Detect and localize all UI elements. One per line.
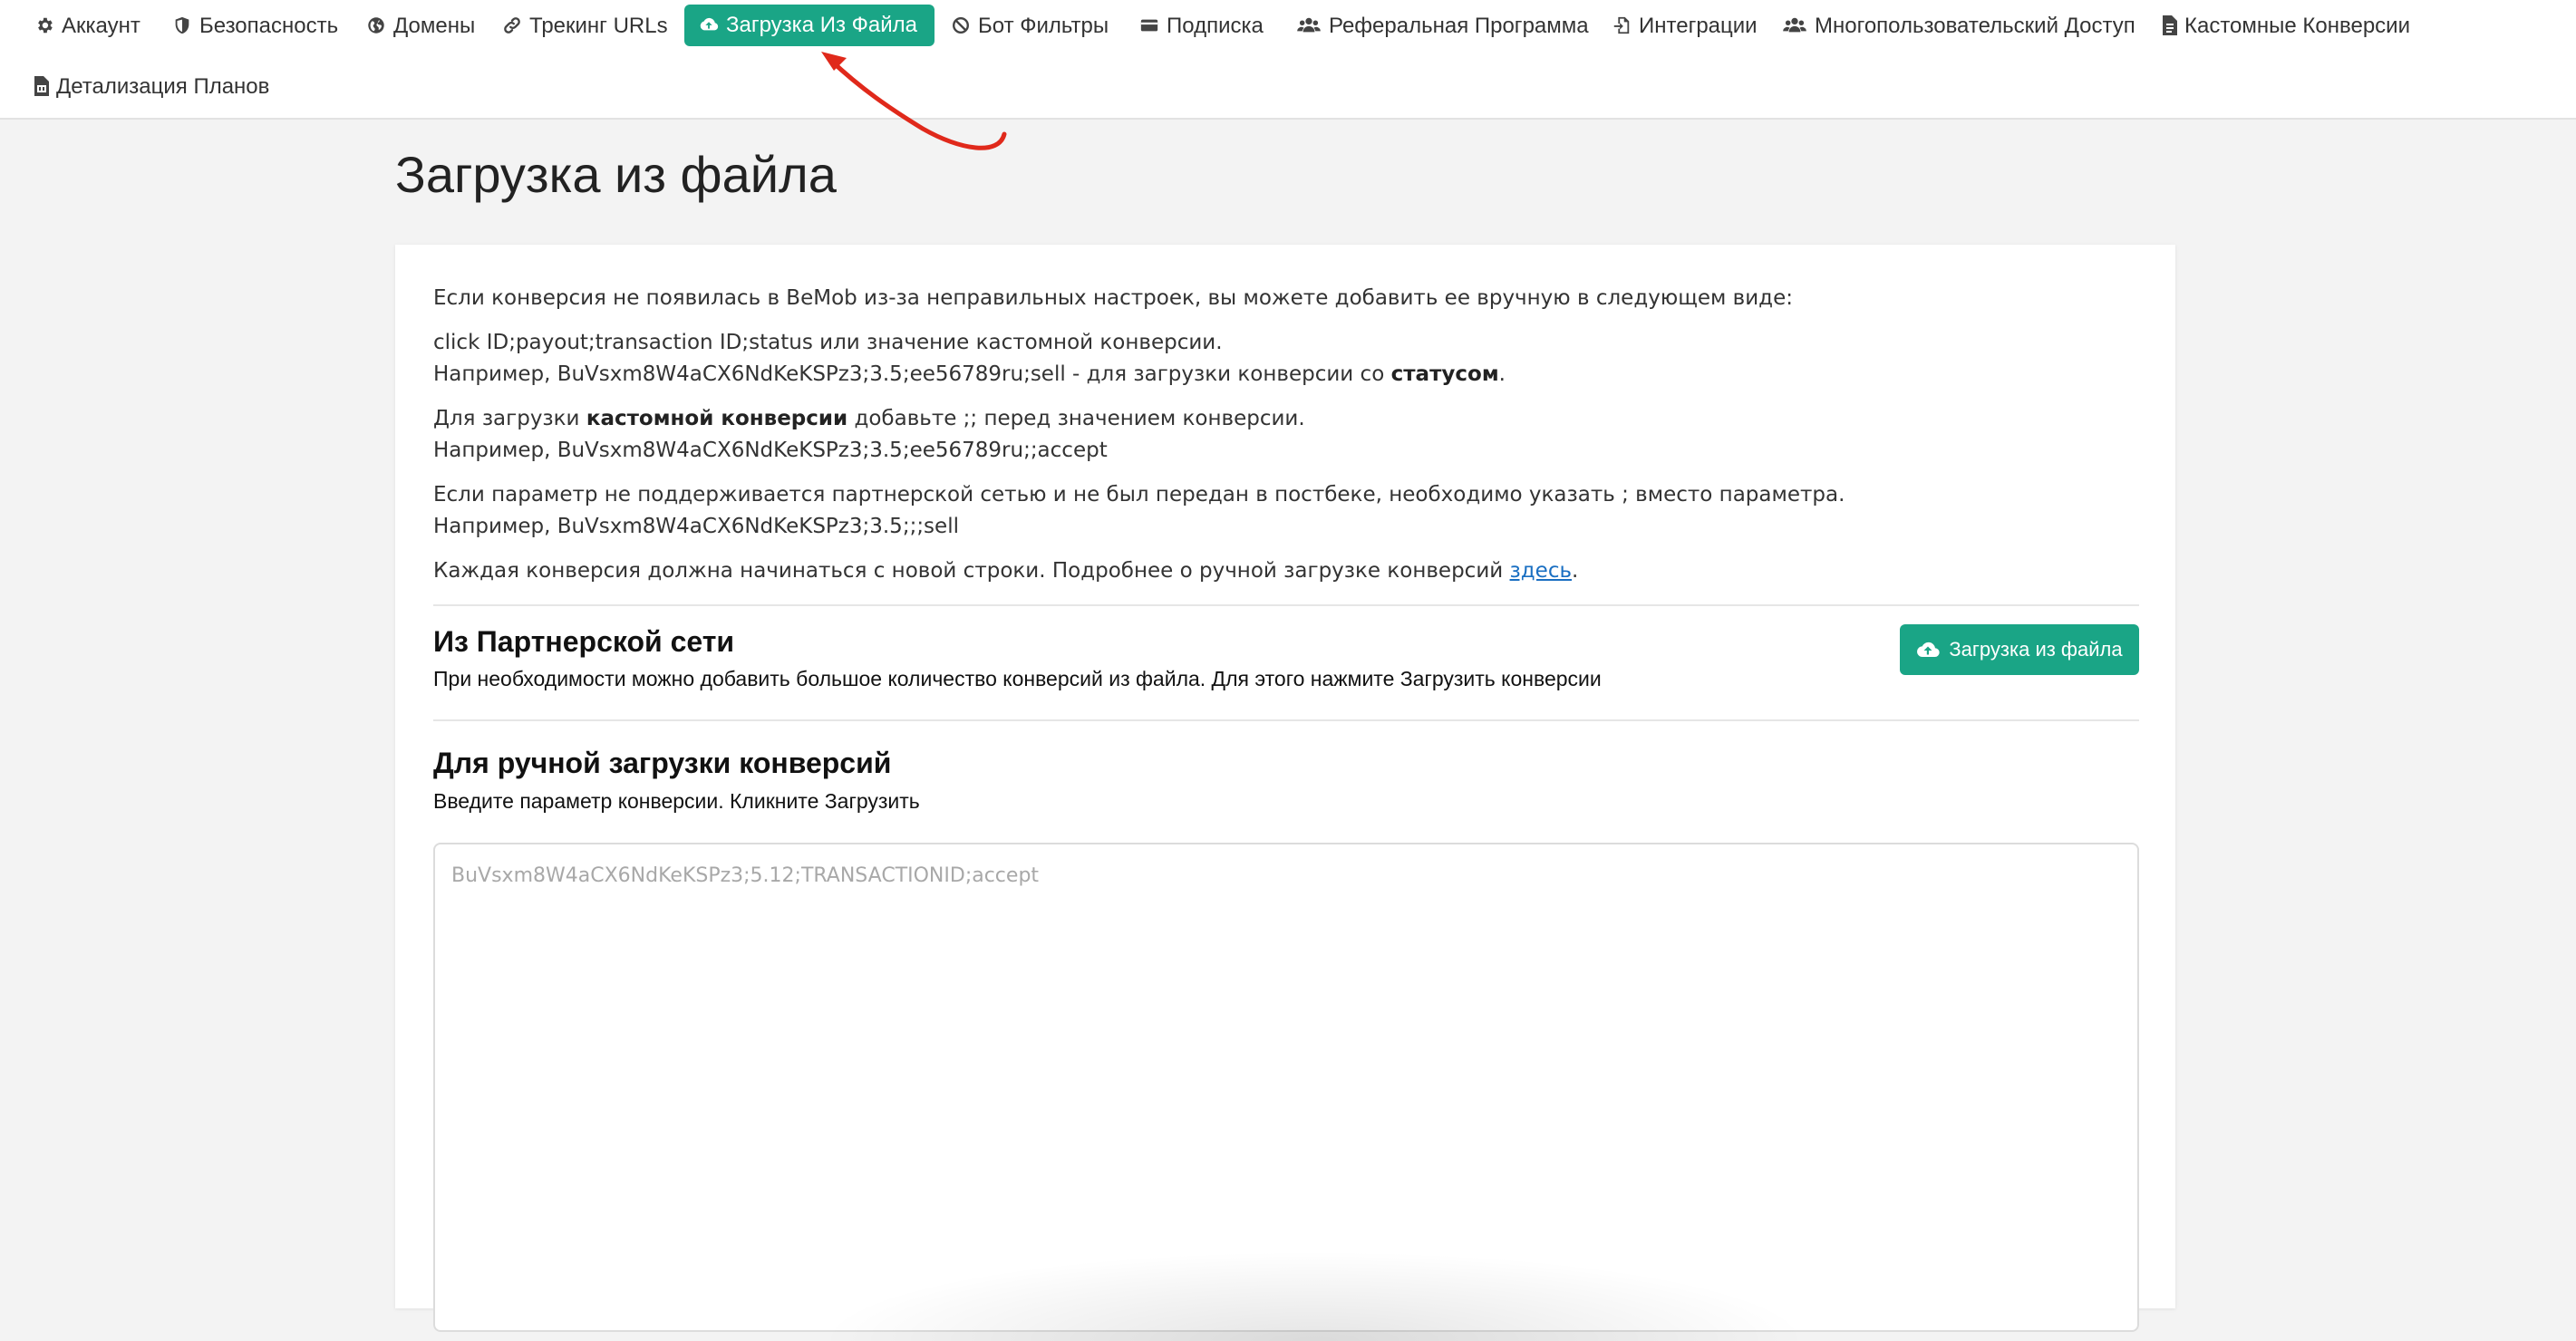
tab-custom-conversions[interactable]: Кастомные Конверсии [2163, 5, 2410, 47]
users-icon [1296, 15, 1322, 35]
globe-icon [366, 15, 386, 35]
tab-bot-filters[interactable]: Бот Фильтры [951, 5, 1109, 47]
example-suffix: . [1498, 362, 1506, 386]
example-text: Например, BuVsxm8W4aCX6NdKeKSPz3;3.5;ee5… [433, 362, 1391, 386]
credit-card-icon [1139, 15, 1159, 35]
file-pdf-icon [34, 76, 49, 96]
tab-referral-program[interactable]: Реферальная Программа [1296, 5, 1589, 47]
shield-icon [172, 15, 192, 35]
page-title: Загрузка из файла [395, 146, 837, 203]
status-emphasis: статусом [1390, 362, 1499, 386]
cloud-upload-icon [1917, 642, 1941, 658]
upload-from-file-button[interactable]: Загрузка из файла [1900, 624, 2139, 675]
new-line-paragraph: Каждая конверсия должна начинаться с нов… [433, 555, 2137, 587]
partner-section-description: При необходимости можно добавить большое… [433, 667, 1602, 690]
tab-account-label: Аккаунт [62, 14, 140, 38]
tab-custom-conversions-label: Кастомные Конверсии [2184, 14, 2410, 38]
new-line-suffix: . [1572, 559, 1579, 583]
tab-multi-user-access[interactable]: Многопользовательский Доступ [1782, 5, 2135, 47]
custom-prefix: Для загрузки [433, 407, 586, 430]
tab-tracking-urls[interactable]: Трекинг URLs [502, 5, 668, 47]
format-paragraph: click ID;payout;transaction ID;status ил… [433, 327, 2137, 391]
partner-section-title: Из Партнерской сети [433, 625, 735, 658]
tab-bot-filters-label: Бот Фильтры [978, 14, 1109, 38]
manual-upload-instructions: Если конверсия не появилась в BeMob из-з… [433, 283, 2137, 600]
tab-file-upload[interactable]: Загрузка Из Файла [684, 5, 935, 46]
tab-security-label: Безопасность [199, 14, 339, 38]
tab-multi-user-access-label: Многопользовательский Доступ [1815, 14, 2135, 38]
new-line-text: Каждая конверсия должна начинаться с нов… [433, 559, 1510, 583]
instructions-text: Если конверсия не появилась в BeMob из-з… [433, 286, 1793, 310]
tab-subscription[interactable]: Подписка [1139, 5, 1264, 47]
custom-conversion-paragraph: Для загрузки кастомной конверсии добавьт… [433, 403, 2137, 467]
settings-tabs-nav: Аккаунт Безопасность Домены Трекинг URLs… [0, 0, 2576, 120]
users-icon [1782, 15, 1807, 35]
instructions-paragraph: Если конверсия не появилась в BeMob из-з… [433, 283, 2137, 314]
tab-security[interactable]: Безопасность [172, 5, 338, 47]
manual-section-title: Для ручной загрузки конверсий [433, 747, 892, 779]
tab-referral-program-label: Реферальная Программа [1329, 14, 1589, 38]
section-divider [433, 604, 2139, 606]
tab-integrations-label: Интеграции [1639, 14, 1758, 38]
missing-param-example: Например, BuVsxm8W4aCX6NdKeKSPz3;3.5;;;s… [433, 515, 959, 538]
custom-suffix: добавьте ;; перед значением конверсии. [847, 407, 1305, 430]
format-line: click ID;payout;transaction ID;status ил… [433, 331, 1223, 354]
missing-param-text: Если параметр не поддерживается партнерс… [433, 483, 1845, 506]
ban-icon [951, 15, 971, 35]
custom-example: Например, BuVsxm8W4aCX6NdKeKSPz3;3.5;ee5… [433, 439, 1108, 462]
tab-plan-details-label: Детализация Планов [56, 74, 270, 99]
help-link[interactable]: здесь [1510, 559, 1572, 583]
missing-param-paragraph: Если параметр не поддерживается партнерс… [433, 479, 2137, 543]
section-divider [433, 719, 2139, 721]
custom-conversion-emphasis: кастомной конверсии [586, 407, 848, 430]
tab-file-upload-label: Загрузка Из Файла [726, 13, 917, 37]
gear-icon [34, 15, 54, 35]
file-icon [2163, 15, 2177, 35]
tab-account[interactable]: Аккаунт [34, 5, 140, 47]
tab-integrations[interactable]: Интеграции [1612, 5, 1758, 47]
tab-plan-details[interactable]: Детализация Планов [34, 66, 269, 108]
tab-tracking-urls-label: Трекинг URLs [529, 14, 668, 38]
conversion-input[interactable] [433, 843, 2139, 1332]
tab-domains-label: Домены [393, 14, 476, 38]
tab-domains[interactable]: Домены [366, 5, 475, 47]
link-icon [502, 15, 522, 35]
tab-subscription-label: Подписка [1167, 14, 1264, 38]
file-import-icon [1612, 15, 1632, 35]
upload-from-file-button-label: Загрузка из файла [1949, 638, 2123, 661]
cloud-upload-icon [699, 14, 719, 34]
manual-section-description: Введите параметр конверсии. Кликните Заг… [433, 789, 920, 813]
